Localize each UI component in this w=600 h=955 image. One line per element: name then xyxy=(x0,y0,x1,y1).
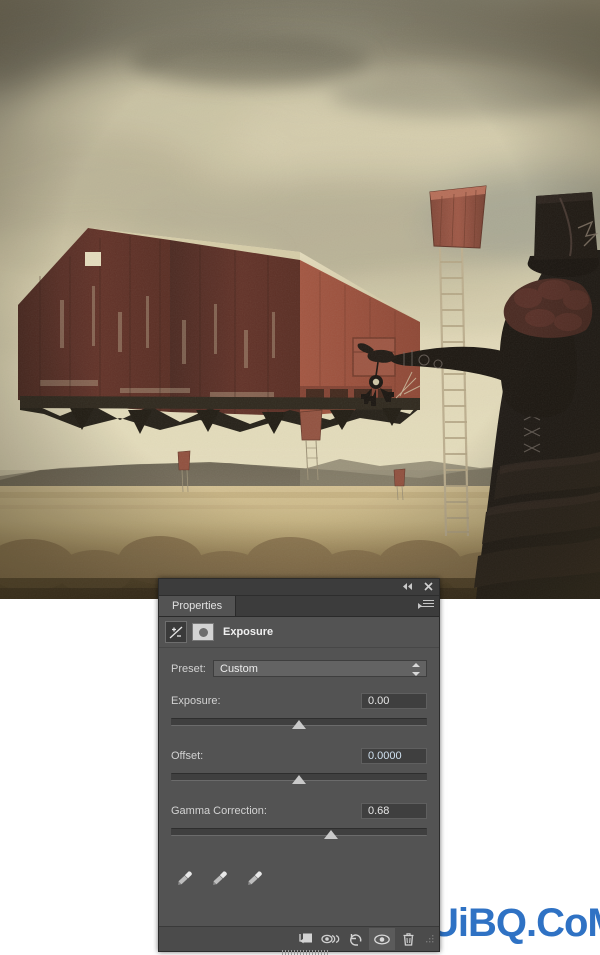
collapse-to-icons-button[interactable] xyxy=(401,580,414,593)
menu-line xyxy=(423,603,434,604)
set-black-point-eyedropper[interactable] xyxy=(175,868,195,888)
offset-slider-thumb[interactable] xyxy=(292,775,306,784)
panel-menu-button[interactable] xyxy=(418,600,434,612)
view-previous-state-button[interactable] xyxy=(317,928,343,950)
double-left-arrow-icon xyxy=(402,583,412,590)
panel-tabstrip: Properties xyxy=(159,596,439,617)
eyedropper-icon xyxy=(213,871,227,885)
gamma-correction-label: Gamma Correction: xyxy=(171,805,267,817)
exposure-slider[interactable] xyxy=(171,716,427,732)
reset-adjustment-button[interactable] xyxy=(343,928,369,950)
exposure-label: Exposure: xyxy=(171,695,221,707)
close-icon xyxy=(424,582,433,591)
panel-body: Preset: Custom Exposure: 0.00 Offset: 0.… xyxy=(159,660,439,888)
screenshot-root: UiBQ.CoM Properties xyxy=(0,0,600,955)
eyedropper-row xyxy=(171,868,427,888)
horizontal-scrollbar[interactable] xyxy=(282,950,330,955)
adjustment-title: Exposure xyxy=(223,626,274,638)
preset-row: Preset: Custom xyxy=(171,660,427,677)
photo-canvas xyxy=(0,0,600,599)
layer-mask-thumbnail[interactable] xyxy=(192,623,214,641)
gamma-correction-slider[interactable] xyxy=(171,826,427,842)
eye-icon xyxy=(374,933,390,945)
close-panel-button[interactable] xyxy=(422,580,435,593)
panel-bottom-bar xyxy=(159,926,439,955)
gamma-correction-control: Gamma Correction: 0.68 xyxy=(171,803,427,842)
set-gray-point-eyedropper[interactable] xyxy=(210,868,230,888)
previous-state-icon xyxy=(320,934,339,944)
offset-label: Offset: xyxy=(171,750,204,762)
preset-spinner-icon[interactable] xyxy=(412,663,421,676)
menu-line xyxy=(423,600,434,601)
exposure-value-input[interactable]: 0.00 xyxy=(361,693,427,709)
offset-slider[interactable] xyxy=(171,771,427,787)
clip-to-layer-button[interactable] xyxy=(291,928,317,950)
preset-value: Custom xyxy=(220,662,258,675)
panel-titlebar xyxy=(159,579,439,596)
offset-value-input[interactable]: 0.0000 xyxy=(361,748,427,764)
exposure-adjustment-icon xyxy=(165,621,187,643)
mask-dot-icon xyxy=(198,627,208,637)
eyedropper-icon xyxy=(248,871,262,885)
resize-grip-icon[interactable] xyxy=(425,933,435,945)
properties-panel: Properties Exposure Preset: Custom Expos… xyxy=(158,578,440,955)
exposure-slider-thumb[interactable] xyxy=(292,720,306,729)
clip-to-layer-icon xyxy=(298,933,312,944)
preset-select[interactable]: Custom xyxy=(213,660,427,677)
delete-adjustment-button[interactable] xyxy=(395,928,421,950)
tab-properties[interactable]: Properties xyxy=(159,596,237,616)
gamma-correction-value-input[interactable]: 0.68 xyxy=(361,803,427,819)
photo-illustration xyxy=(0,0,600,599)
watermark-text: UiBQ.CoM xyxy=(430,901,600,945)
gamma-correction-slider-thumb[interactable] xyxy=(324,830,338,839)
menu-arrow-icon xyxy=(418,603,422,609)
gamma-correction-slider-track[interactable] xyxy=(171,828,427,836)
preset-label: Preset: xyxy=(171,662,206,675)
adjustment-header: Exposure xyxy=(159,617,439,648)
toggle-layer-visibility-button[interactable] xyxy=(369,928,395,950)
set-white-point-eyedropper[interactable] xyxy=(245,868,265,888)
reset-icon xyxy=(350,933,362,946)
exposure-control: Exposure: 0.00 xyxy=(171,693,427,732)
eyedropper-icon xyxy=(178,871,192,885)
offset-control: Offset: 0.0000 xyxy=(171,748,427,787)
trash-icon xyxy=(403,932,413,946)
